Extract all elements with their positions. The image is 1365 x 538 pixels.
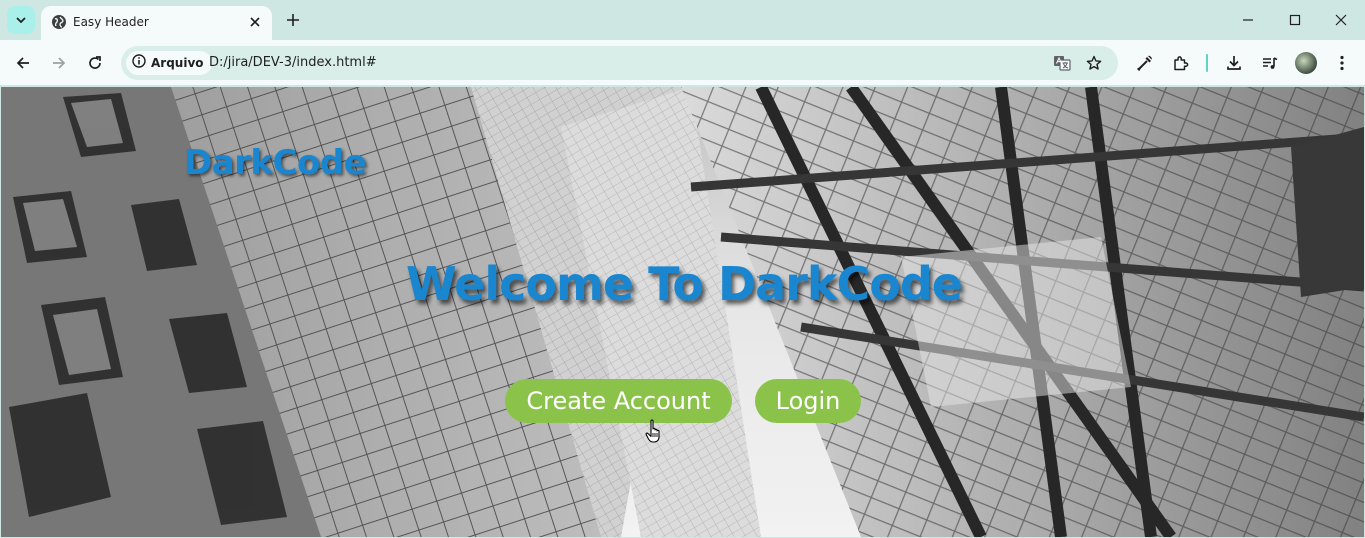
minimize-icon[interactable]	[1225, 6, 1271, 34]
download-icon[interactable]	[1222, 51, 1246, 75]
window-close-icon[interactable]	[1318, 6, 1364, 34]
active-tab[interactable]: Easy Header	[41, 6, 272, 40]
site-logo[interactable]: DarkCode	[184, 143, 367, 183]
back-icon[interactable]	[9, 49, 37, 77]
toolbar-separator	[1206, 54, 1208, 72]
forward-icon[interactable]	[45, 49, 73, 77]
eyedropper-icon[interactable]	[1133, 51, 1157, 75]
star-icon[interactable]	[1083, 52, 1105, 74]
url-text[interactable]: D:/jira/DEV-3/index.html#	[209, 55, 377, 70]
tab-title: Easy Header	[73, 15, 149, 29]
address-bar[interactable]: Arquivo D:/jira/DEV-3/index.html#	[121, 46, 1118, 80]
info-icon	[132, 53, 146, 73]
maximize-icon[interactable]	[1272, 6, 1318, 34]
menu-icon[interactable]	[1330, 51, 1354, 75]
site-info-chip[interactable]: Arquivo	[126, 51, 212, 75]
hero-title: Welcome To DarkCode	[406, 257, 963, 311]
page-viewport: DarkCode Welcome To DarkCode Create Acco…	[1, 87, 1364, 537]
globe-icon	[51, 14, 67, 30]
hand-cursor-icon	[645, 419, 660, 443]
tab-strip: Easy Header	[0, 0, 1365, 40]
profile-avatar[interactable]	[1295, 52, 1317, 74]
tab-search-icon[interactable]	[7, 6, 35, 34]
reload-icon[interactable]	[81, 49, 109, 77]
login-button[interactable]: Login	[755, 379, 861, 423]
security-label: Arquivo	[151, 56, 204, 70]
translate-icon[interactable]	[1051, 52, 1073, 74]
media-icon[interactable]	[1258, 51, 1282, 75]
extensions-icon[interactable]	[1169, 51, 1193, 75]
plus-icon[interactable]	[282, 9, 304, 31]
create-account-button[interactable]: Create Account	[505, 379, 732, 423]
close-icon[interactable]	[246, 13, 264, 31]
browser-toolbar: Arquivo D:/jira/DEV-3/index.html#	[0, 40, 1365, 86]
